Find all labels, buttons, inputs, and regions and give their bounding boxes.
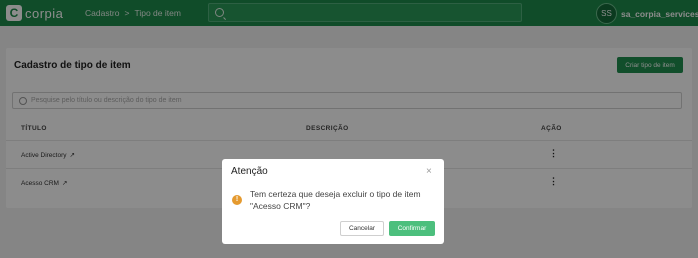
confirm-button[interactable]: Confirmar xyxy=(389,221,435,236)
confirm-delete-dialog: Atenção × ! Tem certeza que deseja exclu… xyxy=(222,159,444,244)
cancel-button[interactable]: Cancelar xyxy=(340,221,384,236)
dialog-message: Tem certeza que deseja excluir o tipo de… xyxy=(250,189,421,211)
warning-icon: ! xyxy=(232,195,242,205)
close-icon[interactable]: × xyxy=(426,166,432,177)
dialog-title: Atenção xyxy=(231,166,268,177)
